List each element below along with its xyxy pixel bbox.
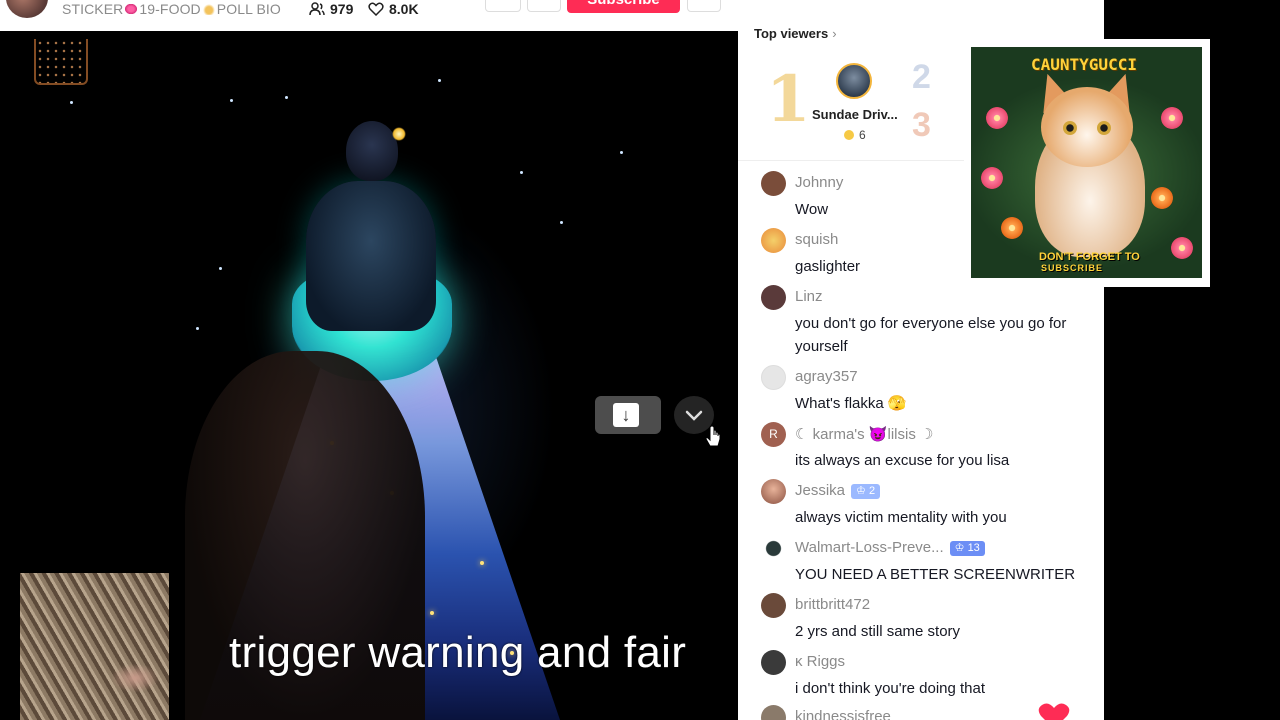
download-button[interactable]: ↓ [595,396,661,434]
like-count-value: 8.0K [389,1,419,17]
share-button[interactable] [485,0,521,12]
tiara-sparkle [392,127,406,141]
flower [981,167,1003,189]
chat-username-text: Walmart-Loss-Preve... [795,539,944,556]
host-avatar[interactable] [6,0,48,18]
figure-back [306,181,436,331]
chat-username[interactable]: Walmart-Loss-Preve... ♔ 13 [795,539,985,556]
chat-username[interactable]: brittbritt472 [795,596,870,613]
avatar[interactable] [761,650,786,675]
download-icon: ↓ [613,403,639,427]
cat-eye [1097,121,1111,135]
chat-username-text: karma's 😈lilsis [812,426,916,443]
flower [1171,237,1193,259]
chat-username[interactable]: kindnessisfree [795,708,891,720]
chat-username[interactable]: Jessika ♔ 2 [795,482,881,499]
top-viewers-link[interactable]: Top viewers › [754,26,837,41]
level-badge: ♔ 2 [851,484,881,499]
promo-brand: CAUNTYGUCCI [1031,55,1137,74]
sparkle [480,561,484,565]
avatar[interactable] [761,285,786,310]
avatar[interactable] [761,705,786,720]
viewers-icon [309,2,325,16]
subscribe-button[interactable]: Subscribe [567,0,680,13]
rank-3-number: 3 [912,106,931,144]
bio-part: POLL BIO [216,1,281,17]
chat-username[interactable]: agray357 [795,368,858,385]
screen: ↓ trigger warning and fair STICKER 19-FOO… [0,0,1280,720]
coin-icon [844,130,854,140]
bio-part: 19-FOOD [139,1,201,17]
live-video[interactable]: ↓ trigger warning and fair [0,31,738,720]
peeking-emoji-icon: 🫣 [887,395,907,412]
star-decoration [438,79,441,82]
like-count: 8.0K [368,1,419,17]
moon-emoji-icon: ☽ [920,426,934,443]
level-badge-value: 13 [967,542,980,554]
bio-part: STICKER [62,1,124,17]
flower [1151,187,1173,209]
chat-text: What's flakka 🫣 [795,392,1085,415]
chevron-right-icon: › [832,26,837,41]
coin-count: 6 [859,128,866,142]
praying-hands-emoji-icon [201,3,216,15]
top-viewer-1-name[interactable]: Sundae Driv... [812,107,898,122]
star-decoration [560,221,563,224]
channel-logo-icon [34,39,88,85]
top-viewers-title: Top viewers [754,26,829,41]
avatar[interactable] [761,228,786,253]
top-viewer-1-coins: 6 [844,128,866,142]
cat-head [1041,87,1133,167]
promo-cta-line1: DON'T FORGET TO [1039,251,1140,263]
avatar[interactable] [761,365,786,390]
heart-outline-icon [368,2,384,17]
star-decoration [70,101,73,104]
chat-username-text: Jessika [795,482,846,499]
cat-camera-overlay [20,573,169,720]
promo-cta-line2: SUBSCRIBE [1041,263,1104,273]
more-button[interactable] [687,0,721,12]
viewer-count: 979 [309,1,353,17]
star-decoration [620,151,623,154]
avatar[interactable] [761,171,786,196]
chat-username[interactable]: squish [795,231,838,248]
floating-heart-icon [1038,703,1070,720]
gift-button[interactable] [527,0,561,12]
cat-illustration: CAUNTYGUCCI DON'T FORGET TO SUBSCRIBE [971,47,1202,278]
chat-text: i don't think you're doing that [795,680,986,697]
sparkle [430,611,434,615]
top-viewer-1-avatar[interactable] [836,63,872,99]
viewer-count-value: 979 [330,1,354,17]
chat-username[interactable]: Linz [795,288,823,305]
video-subtitle: trigger warning and fair [229,628,687,677]
lips-emoji-icon [124,3,139,15]
stream-header: STICKER 19-FOOD POLL BIO 979 8.0K Subscrib… [0,0,738,31]
chat-text-body: What's flakka [795,395,884,412]
chat-username[interactable]: Johnny [795,174,843,191]
flower [986,107,1008,129]
level-badge: ♔ 13 [949,541,985,556]
rank-2-number: 2 [912,58,931,96]
level-badge-value: 2 [868,485,876,497]
avatar[interactable] [761,536,786,561]
chat-text: YOU NEED A BETTER SCREENWRITER [795,566,1076,583]
avatar[interactable] [761,479,786,504]
moon-emoji-icon: ☾ [795,426,809,443]
chat-text: you don't go for everyone else you go fo… [795,315,1067,355]
chat-username[interactable]: ☾ karma's 😈lilsis ☽ [795,425,933,443]
chat-text: 2 yrs and still same story [795,623,961,640]
rank-1-number: 1 [766,62,811,137]
avatar[interactable] [761,593,786,618]
figure-head [346,121,398,181]
cat-eye [1063,121,1077,135]
flower [1161,107,1183,129]
stream-bio: STICKER 19-FOOD POLL BIO [62,1,281,17]
subscribe-promo-overlay: CAUNTYGUCCI DON'T FORGET TO SUBSCRIBE [964,39,1210,287]
chat-username[interactable]: ĸ Riggs [795,653,845,670]
avatar[interactable]: R [761,422,786,447]
chat-text: always victim mentality with you [795,509,1007,526]
hand-cursor-icon [705,426,721,447]
flower [1001,217,1023,239]
chat-text: its always an excuse for you lisa [795,452,1010,469]
